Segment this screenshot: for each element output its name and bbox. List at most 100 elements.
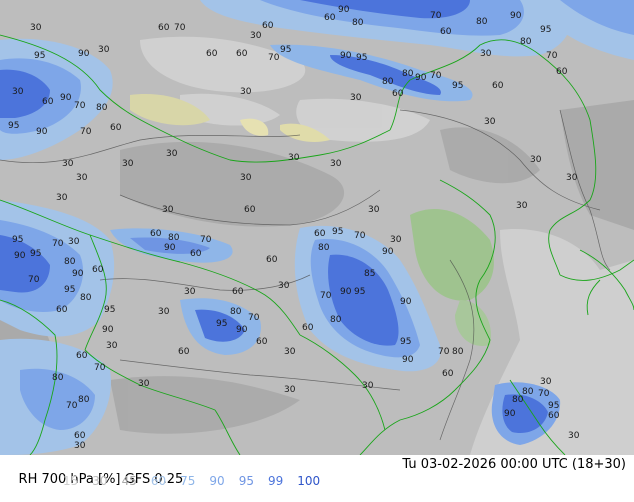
contour-label: 60 xyxy=(74,431,86,441)
valid-time: Tu 03-02-2026 00:00 UTC (18+30) xyxy=(402,457,626,472)
contour-label: 30 xyxy=(166,149,178,159)
contour-label: 30 xyxy=(278,281,290,291)
contour-label: 60 xyxy=(244,205,256,215)
contour-label: 80 xyxy=(352,18,364,28)
contour-label: 70 xyxy=(438,347,450,357)
contour-label: 95 xyxy=(64,285,75,295)
contour-label: 30 xyxy=(330,159,342,169)
contour-label: 80 xyxy=(452,347,464,357)
contour-label: 60 xyxy=(92,265,104,275)
contour-label: 70 xyxy=(268,53,280,63)
contour-label: 80 xyxy=(168,233,180,243)
contour-label: 30 xyxy=(240,173,252,183)
contour-label: 30 xyxy=(362,381,374,391)
contour-label: 90 xyxy=(504,409,516,419)
contour-label: 80 xyxy=(52,373,64,383)
contour-label: 70 xyxy=(80,127,92,137)
contour-label: 60 xyxy=(150,229,162,239)
contour-label: 85 xyxy=(364,269,375,279)
contour-label: 80 xyxy=(522,387,534,397)
contour-label: 30 xyxy=(240,87,252,97)
contour-label: 95 xyxy=(356,53,367,63)
contour-label: 30 xyxy=(566,173,578,183)
contour-label: 30 xyxy=(568,431,580,441)
contour-label: 60 xyxy=(324,13,336,23)
contour-label: 60 xyxy=(492,81,504,91)
legend-value: 30 xyxy=(92,474,108,488)
contour-label: 80 xyxy=(512,395,524,405)
contour-label: 60 xyxy=(42,97,54,107)
contour-label: 30 xyxy=(480,49,492,59)
contour-label: 30 xyxy=(250,31,262,41)
contour-label: 60 xyxy=(232,287,244,297)
contour-label: 60 xyxy=(206,49,218,59)
contour-label: 30 xyxy=(56,193,68,203)
contour-label: 80 xyxy=(318,243,330,253)
contour-label: 95 xyxy=(332,227,343,237)
contour-label: 95 xyxy=(452,81,463,91)
contour-label: 60 xyxy=(190,249,202,259)
contour-label: 30 xyxy=(288,153,300,163)
contour-label: 90 xyxy=(72,269,84,279)
contour-label: 70 xyxy=(28,275,40,285)
contour-label: 30 xyxy=(62,159,74,169)
contour-label: 30 xyxy=(284,385,296,395)
contour-label: 60 xyxy=(442,369,454,379)
contour-label: 70 xyxy=(320,291,332,301)
contour-label: 80 xyxy=(382,77,394,87)
contour-label: 90 xyxy=(382,247,394,257)
contour-label: 60 xyxy=(76,351,88,361)
contour-label: 60 xyxy=(256,337,268,347)
contour-label: 95 xyxy=(354,287,365,297)
contour-label: 95 xyxy=(280,45,291,55)
contour-label: 80 xyxy=(230,307,242,317)
contour-label: 70 xyxy=(66,401,78,411)
contour-label: 95 xyxy=(400,337,411,347)
contour-label: 80 xyxy=(330,315,342,325)
contour-label: 70 xyxy=(538,389,550,399)
contour-label: 95 xyxy=(34,51,45,61)
contour-label: 70 xyxy=(74,101,86,111)
contour-label: 30 xyxy=(162,205,174,215)
legend-value: 75 xyxy=(180,474,196,488)
contour-label: 90 xyxy=(402,355,414,365)
contour-label: 95 xyxy=(216,319,227,329)
contour-label: 80 xyxy=(96,103,108,113)
contour-label: 30 xyxy=(484,117,496,127)
contour-label: 70 xyxy=(546,51,558,61)
contour-label: 60 xyxy=(556,67,568,77)
contour-label: 30 xyxy=(516,201,528,211)
contour-label: 90 xyxy=(510,11,522,21)
contour-label: 60 xyxy=(110,123,122,133)
contour-label: 60 xyxy=(440,27,452,37)
contour-label: 90 xyxy=(415,73,427,83)
contour-label: 30 xyxy=(98,45,110,55)
legend-value: 60 xyxy=(150,474,167,488)
contour-label: 90 xyxy=(338,5,350,15)
contour-label: 80 xyxy=(402,69,414,79)
contour-label: 95 xyxy=(104,305,115,315)
contour-label: 80 xyxy=(80,293,92,303)
contour-label: 60 xyxy=(548,411,560,421)
contour-label: 95 xyxy=(548,401,559,411)
contour-label: 30 xyxy=(350,93,362,103)
contour-label: 70 xyxy=(94,363,106,373)
contour-label: 70 xyxy=(52,239,64,249)
contour-label: 95 xyxy=(30,249,41,259)
contour-label: 90 xyxy=(164,243,176,253)
contour-label: 80 xyxy=(78,395,90,405)
contour-label: 95 xyxy=(12,235,23,245)
contour-label: 95 xyxy=(540,25,551,35)
contour-label: 30 xyxy=(284,347,296,357)
contour-label: 30 xyxy=(158,307,170,317)
color-legend: 15 30 45 60 75 90 95 99 100 xyxy=(63,474,334,488)
map-canvas: 30 60 70 60309060 8070608090809570603095 90 30… xyxy=(0,0,634,455)
contour-label: 60 xyxy=(178,347,190,357)
contour-label: 30 xyxy=(122,159,134,169)
contour-label: 90 xyxy=(236,325,248,335)
contour-label: 90 xyxy=(102,325,114,335)
contour-label: 60 xyxy=(56,305,68,315)
contour-label: 30 xyxy=(30,23,42,33)
contour-label: 60 xyxy=(158,23,170,33)
contour-label: 60 xyxy=(262,21,274,31)
